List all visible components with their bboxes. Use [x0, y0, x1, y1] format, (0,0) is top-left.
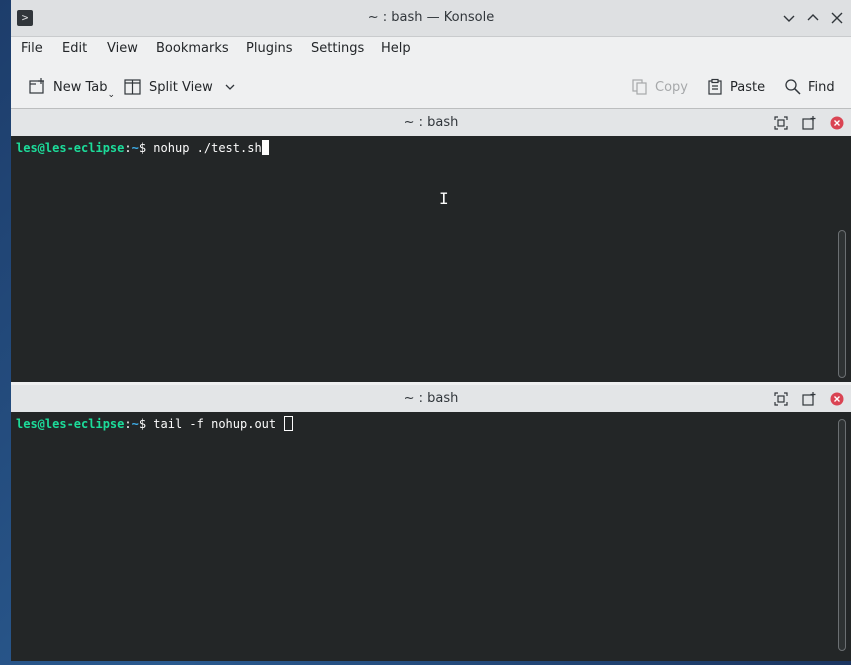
new-tab-dropdown-icon[interactable]: ⌄: [108, 90, 116, 100]
menu-view[interactable]: View: [107, 36, 138, 62]
pane-header-top[interactable]: ~ : bash: [11, 109, 851, 136]
text-cursor: [284, 416, 294, 431]
find-button[interactable]: Find: [784, 74, 835, 100]
prompt-separator: :: [124, 417, 132, 431]
menu-edit[interactable]: Edit: [62, 36, 87, 62]
menu-plugins[interactable]: Plugins: [246, 36, 293, 62]
menu-file[interactable]: File: [21, 36, 43, 62]
close-button[interactable]: [828, 9, 846, 27]
window-title: ~ : bash — Konsole: [367, 10, 495, 25]
copy-label: Copy: [655, 79, 688, 95]
toolbar: New Tab ⌄ Split View Copy Paste Find: [11, 66, 851, 109]
terminal-top[interactable]: les@les-eclipse:~$ nohup ./test.sh I: [11, 136, 851, 382]
copy-button[interactable]: Copy: [631, 74, 688, 100]
split-view-icon: [124, 79, 141, 95]
split-view-button[interactable]: Split View: [123, 74, 237, 100]
maximize-button[interactable]: [804, 9, 822, 27]
minimize-button[interactable]: [780, 9, 798, 27]
scrollbar-top[interactable]: [838, 230, 846, 378]
menu-settings[interactable]: Settings: [311, 36, 364, 62]
pane-title: ~ : bash: [403, 115, 459, 130]
detach-pane-icon[interactable]: [801, 391, 817, 407]
command-text: nohup ./test.sh: [146, 141, 262, 155]
paste-icon: [708, 78, 722, 95]
chevron-down-icon[interactable]: [223, 80, 237, 94]
prompt-path: ~: [131, 417, 139, 431]
command-text: tail -f nohup.out: [146, 417, 284, 431]
menu-bookmarks[interactable]: Bookmarks: [156, 36, 229, 62]
text-cursor: [261, 140, 269, 155]
pane-title: ~ : bash: [403, 391, 459, 406]
copy-icon: [632, 79, 647, 95]
maximize-pane-icon[interactable]: [773, 115, 789, 131]
new-tab-icon: [29, 78, 44, 94]
paste-button[interactable]: Paste: [706, 74, 765, 100]
scrollbar-bottom[interactable]: [838, 419, 846, 651]
close-pane-icon[interactable]: [829, 115, 845, 131]
title-bar[interactable]: > ~ : bash — Konsole: [11, 0, 851, 37]
menu-bar: File Edit View Bookmarks Plugins Setting…: [11, 36, 851, 62]
pane-header-bottom[interactable]: ~ : bash: [11, 385, 851, 412]
split-view-label: Split View: [149, 79, 213, 95]
prompt-dollar: $: [138, 417, 147, 431]
menu-help[interactable]: Help: [381, 36, 411, 62]
paste-label: Paste: [730, 79, 766, 95]
prompt-path: ~: [131, 141, 139, 155]
new-tab-button[interactable]: New Tab ⌄: [27, 74, 115, 100]
ibeam-cursor-icon: I: [439, 189, 449, 208]
konsole-window: > ~ : bash — Konsole File Edit View Book…: [11, 0, 851, 661]
detach-pane-icon[interactable]: [801, 115, 817, 131]
terminal-line: les@les-eclipse:~$ nohup ./test.sh: [16, 140, 269, 156]
prompt-separator: :: [124, 141, 132, 155]
find-label: Find: [808, 79, 835, 95]
prompt-user-host: les@les-eclipse: [16, 141, 125, 155]
close-pane-icon[interactable]: [829, 391, 845, 407]
terminal-bottom[interactable]: les@les-eclipse:~$ tail -f nohup.out: [11, 412, 851, 661]
maximize-pane-icon[interactable]: [773, 391, 789, 407]
prompt-dollar: $: [138, 141, 147, 155]
prompt-user-host: les@les-eclipse: [16, 417, 125, 431]
new-tab-label: New Tab: [53, 79, 108, 95]
search-icon: [785, 79, 801, 95]
terminal-line: les@les-eclipse:~$ tail -f nohup.out: [16, 416, 294, 432]
